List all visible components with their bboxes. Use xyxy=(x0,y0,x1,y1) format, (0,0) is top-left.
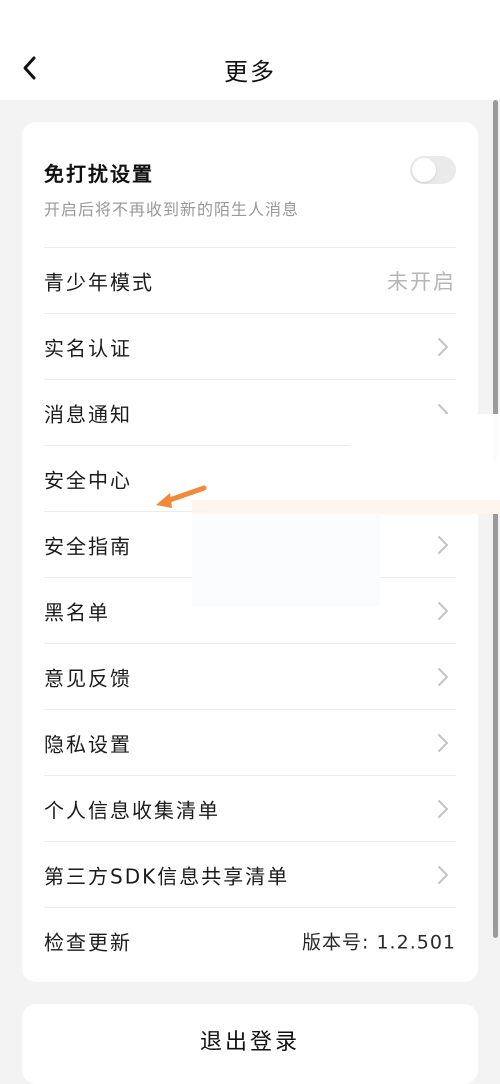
overlay-patch xyxy=(192,514,380,606)
version-number: 版本号: 1.2.501 xyxy=(302,931,456,954)
settings-item-label: 实名认证 xyxy=(44,336,132,360)
overlay-patch xyxy=(192,500,500,514)
settings-item-feedback[interactable]: 意见反馈 xyxy=(44,644,456,710)
settings-item-check-update[interactable]: 检查更新 版本号: 1.2.501 xyxy=(44,908,456,974)
chevron-right-icon xyxy=(438,601,448,620)
do-not-disturb-toggle[interactable] xyxy=(410,156,456,184)
chevron-right-icon xyxy=(438,733,448,752)
settings-item-label: 检查更新 xyxy=(44,930,132,955)
settings-item-label: 消息通知 xyxy=(44,402,132,426)
chevron-right-icon xyxy=(438,535,448,554)
settings-item-label: 隐私设置 xyxy=(44,732,132,756)
logout-button[interactable]: 退出登录 xyxy=(22,1004,478,1084)
toggle-knob xyxy=(412,158,436,182)
settings-item-teen-mode[interactable]: 青少年模式 未开启 xyxy=(44,248,456,314)
teen-mode-status: 未开启 xyxy=(387,269,456,294)
do-not-disturb-setting: 免打扰设置 开启后将不再收到新的陌生人消息 xyxy=(44,154,456,248)
chevron-right-icon xyxy=(438,865,448,884)
scrollbar[interactable] xyxy=(493,100,498,938)
settings-item-label: 安全中心 xyxy=(44,468,132,492)
chevron-right-icon xyxy=(438,337,448,356)
settings-item-real-name-auth[interactable]: 实名认证 xyxy=(44,314,456,380)
settings-item-label: 黑名单 xyxy=(44,600,110,624)
settings-item-label: 意见反馈 xyxy=(44,666,132,690)
chevron-right-icon xyxy=(438,667,448,686)
annotation-arrow-icon xyxy=(156,485,207,508)
settings-item-label: 青少年模式 xyxy=(44,270,154,294)
settings-item-third-party-sdk-list[interactable]: 第三方SDK信息共享清单 xyxy=(44,842,456,908)
logout-label: 退出登录 xyxy=(199,1030,300,1055)
settings-item-label: 安全指南 xyxy=(44,534,132,558)
do-not-disturb-title: 免打扰设置 xyxy=(44,162,154,186)
do-not-disturb-description: 开启后将不再收到新的陌生人消息 xyxy=(44,200,300,219)
page-title: 更多 xyxy=(224,58,276,86)
chevron-right-icon xyxy=(438,799,448,818)
settings-item-personal-info-list[interactable]: 个人信息收集清单 xyxy=(44,776,456,842)
top-bar: 更多 xyxy=(0,0,500,100)
settings-item-privacy[interactable]: 隐私设置 xyxy=(44,710,456,776)
settings-item-label: 个人信息收集清单 xyxy=(44,798,220,822)
settings-item-label: 第三方SDK信息共享清单 xyxy=(44,864,290,888)
